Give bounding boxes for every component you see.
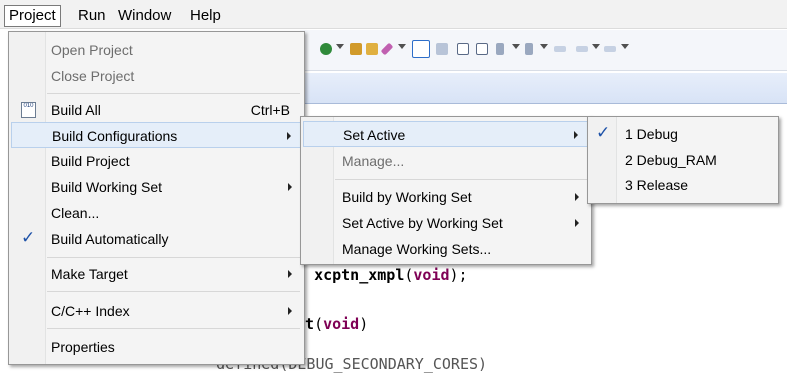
menu-item-label: Build Automatically: [51, 231, 169, 247]
menu-item-label: 2 Debug_RAM: [625, 152, 717, 168]
toggle-highlight-icon[interactable]: [436, 43, 448, 55]
build-configurations-submenu: Set Active Manage... Build by Working Se…: [300, 116, 592, 265]
last-edit-icon[interactable]: [554, 46, 566, 52]
menu-project[interactable]: Project: [4, 5, 61, 27]
set-active-submenu: ✓ 1 Debug 2 Debug_RAM 3 Release: [587, 116, 779, 204]
menu-separator: [47, 93, 300, 94]
menu-item-clean[interactable]: Clean...: [11, 200, 302, 226]
submenu-arrow-icon: [288, 270, 292, 278]
menu-item-label: 1 Debug: [625, 126, 678, 142]
menu-item-properties[interactable]: Properties: [11, 334, 302, 360]
chevron-down-icon[interactable]: [621, 44, 629, 49]
code-line-function: it(void): [296, 315, 368, 333]
annotation-icon[interactable]: [380, 42, 394, 56]
code-text: );: [449, 266, 468, 284]
menu-item-label: Close Project: [51, 68, 135, 84]
menu-item-build-all[interactable]: 010 Build All Ctrl+B: [11, 97, 302, 123]
open-folder-icon[interactable]: [366, 43, 378, 55]
next-annotation-icon[interactable]: [496, 43, 504, 55]
submenu-arrow-icon: [575, 219, 579, 227]
menu-item-label: C/C++ Index: [51, 303, 130, 319]
menu-item-config-release[interactable]: 3 Release: [590, 172, 776, 198]
code-line-declaration: d xcptn_xmpl(void);: [296, 266, 468, 284]
menu-item-close-project[interactable]: Close Project: [11, 63, 302, 89]
chevron-down-icon[interactable]: [592, 44, 600, 49]
menu-run[interactable]: Run: [74, 6, 110, 26]
forward-icon[interactable]: [604, 46, 616, 52]
block-selection-icon[interactable]: [457, 43, 469, 55]
menu-item-cpp-index[interactable]: C/C++ Index: [11, 298, 302, 324]
menu-item-make-target[interactable]: Make Target: [11, 261, 302, 287]
menu-separator: [47, 291, 300, 292]
menu-separator: [335, 179, 587, 180]
submenu-arrow-icon: [574, 131, 578, 139]
chevron-down-icon[interactable]: [540, 44, 548, 49]
menu-separator: [47, 257, 300, 258]
project-menu: Open Project Close Project 010 Build All…: [8, 31, 305, 365]
menu-item-label: Clean...: [51, 205, 100, 221]
chevron-down-icon[interactable]: [336, 44, 344, 49]
menu-item-label: Build Working Set: [51, 179, 163, 195]
build-all-icon: 010: [21, 102, 36, 118]
menu-window[interactable]: Window: [114, 6, 175, 26]
back-icon[interactable]: [576, 46, 588, 52]
menu-item-label: Build All: [51, 102, 101, 118]
main-toolbar: [300, 30, 787, 71]
editor-tab-strip: [300, 73, 787, 104]
menu-bar: Project Run Window Help: [0, 0, 787, 29]
open-type-icon[interactable]: [350, 43, 362, 55]
submenu-arrow-icon: [287, 132, 291, 140]
menu-item-label: Build Configurations: [52, 128, 178, 144]
mark-occurrences-icon[interactable]: [412, 40, 430, 58]
chevron-down-icon[interactable]: [398, 44, 406, 49]
menu-item-build-configurations[interactable]: Build Configurations: [11, 122, 302, 148]
whitespace-icon[interactable]: [476, 43, 488, 55]
menu-item-set-active-by-working-set[interactable]: Set Active by Working Set: [303, 210, 589, 236]
menu-item-label: Build by Working Set: [342, 189, 472, 205]
menu-item-label: Properties: [51, 339, 115, 355]
function-name: xcptn_xmpl: [314, 266, 405, 284]
submenu-arrow-icon: [575, 193, 579, 201]
menu-item-manage-working-sets[interactable]: Manage Working Sets...: [303, 236, 589, 262]
menu-item-label: Make Target: [51, 266, 128, 282]
checkmark-icon: ✓: [21, 228, 36, 247]
submenu-arrow-icon: [288, 183, 292, 191]
menu-item-label: Manage...: [342, 153, 405, 169]
menu-separator: [47, 328, 300, 329]
menu-item-build-working-set[interactable]: Build Working Set: [11, 174, 302, 200]
menu-item-manage[interactable]: Manage...: [303, 148, 589, 174]
menu-item-set-active[interactable]: Set Active: [303, 121, 589, 147]
menu-item-build-project[interactable]: Build Project: [11, 148, 302, 174]
menu-item-label: Set Active by Working Set: [342, 215, 503, 231]
menu-item-label: Open Project: [51, 42, 133, 58]
menu-item-label: Set Active: [343, 127, 406, 143]
checkmark-icon: ✓: [596, 123, 611, 142]
code-keyword: void: [413, 266, 450, 284]
submenu-arrow-icon: [288, 307, 292, 315]
menu-item-label: Manage Working Sets...: [342, 241, 492, 257]
code-paren: (: [314, 315, 324, 333]
prev-annotation-icon[interactable]: [525, 43, 533, 55]
code-paren: ): [359, 315, 369, 333]
menu-item-build-automatically[interactable]: ✓ Build Automatically: [11, 226, 302, 252]
chevron-down-icon[interactable]: [512, 44, 520, 49]
menu-item-config-debug-ram[interactable]: 2 Debug_RAM: [590, 147, 776, 173]
code-keyword: void: [323, 315, 360, 333]
menu-item-label: 3 Release: [625, 177, 689, 193]
menu-item-build-by-working-set[interactable]: Build by Working Set: [303, 184, 589, 210]
menu-item-config-debug[interactable]: ✓ 1 Debug: [590, 121, 776, 147]
new-launch-icon[interactable]: [320, 43, 332, 55]
menu-item-open-project[interactable]: Open Project: [11, 37, 302, 63]
menu-item-label: Build Project: [51, 153, 130, 169]
menu-help[interactable]: Help: [186, 6, 225, 26]
menu-item-shortcut: Ctrl+B: [250, 102, 290, 118]
